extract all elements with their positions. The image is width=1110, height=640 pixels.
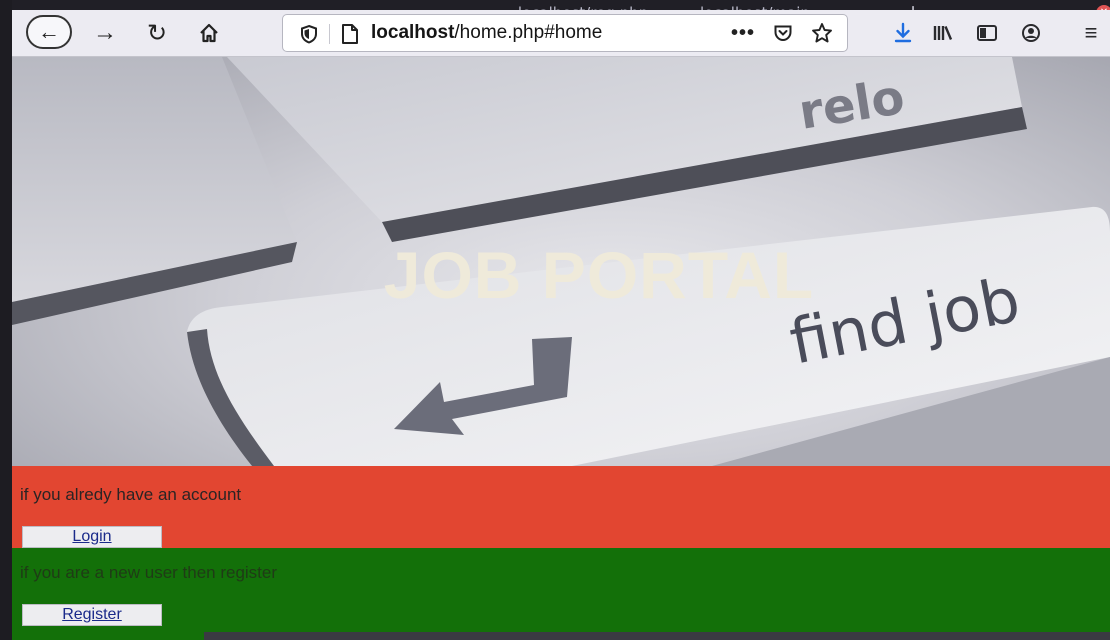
url-bar[interactable]: localhost/home.php#home ••• (282, 14, 848, 52)
login-prompt: if you alredy have an account (20, 485, 242, 504)
page-content: relo JOB PORTAL find job if you alredy h… (12, 57, 1110, 640)
hero-banner: relo JOB PORTAL find job (12, 57, 1110, 466)
hamburger-menu-icon: ≡ (1084, 20, 1098, 45)
register-prompt: if you are a new user then register (20, 563, 278, 582)
page-actions-more-icon[interactable]: ••• (731, 22, 755, 45)
library-icon (933, 26, 953, 40)
back-arrow-icon: ← (38, 19, 60, 44)
downloads-button[interactable] (888, 18, 918, 48)
reload-icon: ↻ (146, 19, 168, 47)
desktop-taskbar (204, 632, 1110, 640)
app-menu-button[interactable]: ≡ (1076, 18, 1106, 48)
library-button[interactable] (928, 18, 958, 48)
url-host: localhost (371, 22, 455, 43)
forward-arrow-icon: → (93, 19, 117, 46)
url-separator (329, 24, 330, 44)
register-section: if you are a new user then register Regi… (12, 548, 1110, 640)
url-text[interactable]: localhost/home.php#home (371, 21, 602, 45)
download-icon (894, 22, 912, 43)
url-path: /home.php#home (454, 22, 603, 43)
back-button[interactable]: ← (26, 15, 72, 49)
account-icon (1022, 24, 1040, 42)
url-actions: ••• (731, 19, 833, 47)
login-button[interactable]: Login (22, 526, 162, 548)
reload-button[interactable]: ↻ (142, 16, 172, 50)
register-button[interactable]: Register (22, 604, 162, 626)
bookmark-star-icon[interactable] (811, 22, 833, 44)
sidebar-icon (977, 25, 997, 41)
forward-button[interactable]: → (90, 16, 120, 50)
page-info-icon[interactable] (341, 23, 359, 45)
home-button[interactable] (194, 16, 224, 50)
nav-toolbar: ← → ↻ localhost/home.php#home ••• ≡ (12, 10, 1110, 57)
tracking-shield-icon[interactable] (299, 24, 319, 44)
photo-bezel-left (0, 0, 12, 640)
home-icon (200, 23, 218, 43)
pocket-icon[interactable] (773, 23, 793, 43)
sidebar-toggle-button[interactable] (972, 18, 1002, 48)
login-section: if you alredy have an account Login (12, 466, 1110, 548)
account-button[interactable] (1016, 18, 1046, 48)
